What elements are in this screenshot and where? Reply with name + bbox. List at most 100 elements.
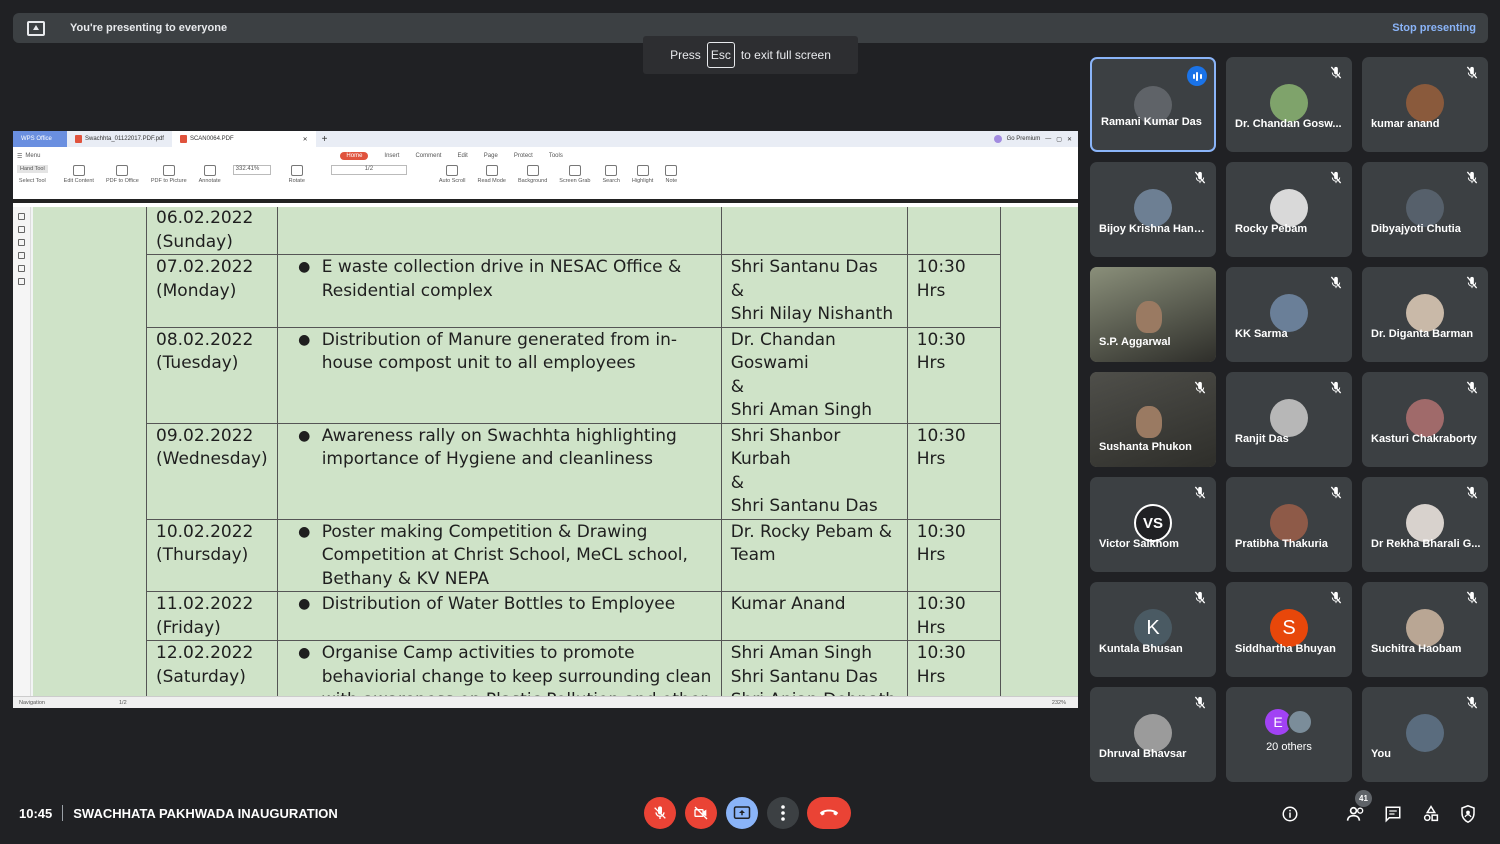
participant-tile[interactable]: Dibyajyoti Chutia bbox=[1362, 162, 1488, 257]
menu-tab-insert[interactable]: Insert bbox=[384, 153, 399, 159]
participant-tile[interactable]: Rocky Pebam bbox=[1226, 162, 1352, 257]
read-mode-button[interactable]: Read Mode bbox=[478, 165, 506, 184]
participant-tile[interactable]: Dr. Diganta Barman bbox=[1362, 267, 1488, 362]
auto-scroll-button[interactable]: Auto Scroll bbox=[439, 165, 466, 184]
date: 12.02.2022 bbox=[156, 643, 254, 663]
zoom-input[interactable]: 332.41% bbox=[232, 165, 271, 175]
comment-icon[interactable] bbox=[18, 239, 25, 246]
camera-off-icon bbox=[694, 806, 708, 820]
zoom-control[interactable]: 332.41% bbox=[232, 165, 277, 175]
activity-line: Bethany & KV NEPA bbox=[321, 568, 489, 589]
participant-tile[interactable]: You bbox=[1362, 687, 1488, 782]
close-window-icon[interactable]: ✕ bbox=[1067, 136, 1072, 143]
participant-tile[interactable]: Dhruval Bhavsar bbox=[1090, 687, 1216, 782]
responsible-cell: Kumar Anand bbox=[720, 591, 908, 641]
note-button[interactable]: Note bbox=[665, 165, 678, 184]
close-tab-icon[interactable]: ✕ bbox=[303, 136, 308, 143]
participant-tile[interactable]: Bijoy Krishna Hand... bbox=[1090, 162, 1216, 257]
tip-prefix: Press bbox=[670, 48, 701, 62]
participant-tile[interactable]: K Kuntala Bhusan bbox=[1090, 582, 1216, 677]
tab-document-2[interactable]: SCAN0064.PDF ✕ bbox=[171, 131, 316, 147]
rotate-button[interactable]: Rotate bbox=[289, 165, 305, 184]
participant-tile[interactable]: S Siddhartha Bhuyan bbox=[1226, 582, 1352, 677]
mic-muted-icon bbox=[1466, 486, 1478, 499]
participant-tile[interactable]: Pratibha Thakuria bbox=[1226, 477, 1352, 572]
highlight-button[interactable]: Highlight bbox=[632, 165, 653, 184]
side-panel bbox=[13, 207, 31, 696]
participant-tile[interactable]: Kasturi Chakraborty bbox=[1362, 372, 1488, 467]
new-tab-icon[interactable]: + bbox=[316, 134, 334, 145]
status-page[interactable]: 1/2 bbox=[119, 700, 127, 706]
status-zoom[interactable]: 232% bbox=[1052, 700, 1066, 706]
participant-tile[interactable]: Ranjit Das bbox=[1226, 372, 1352, 467]
participant-tile[interactable]: Suchitra Haobam bbox=[1362, 582, 1488, 677]
thumbnail-icon[interactable] bbox=[18, 226, 25, 233]
pdf-to-picture-button[interactable]: PDF to Picture bbox=[151, 165, 187, 184]
menu-icon[interactable]: ☰ bbox=[17, 153, 22, 160]
mic-muted-icon bbox=[1330, 486, 1342, 499]
participant-tile[interactable]: KK Sarma bbox=[1226, 267, 1352, 362]
edit-content-button[interactable]: Edit Content bbox=[64, 165, 94, 184]
page-input[interactable]: 1/2 bbox=[330, 165, 407, 175]
chat-button[interactable] bbox=[1381, 802, 1405, 826]
schedule-row: 12.02.2022 (Saturday) ● Organise Camp activ… bbox=[146, 640, 1001, 696]
activity-cell: ● Poster making Competition & Drawing Comp… bbox=[276, 518, 722, 592]
go-premium-link[interactable]: Go Premium bbox=[1007, 136, 1041, 142]
avatar bbox=[1270, 84, 1308, 122]
participant-tile[interactable]: Sushanta Phukon bbox=[1090, 372, 1216, 467]
date-cell: 06.02.2022 (Sunday) bbox=[146, 207, 278, 255]
search-button[interactable]: Search bbox=[602, 165, 620, 184]
shield-icon bbox=[1461, 805, 1475, 823]
toolbar: Hand Tool Select Tool Edit Content PDF t… bbox=[13, 165, 1078, 184]
menu-tab-page[interactable]: Page bbox=[484, 153, 498, 159]
user-avatar-icon[interactable] bbox=[993, 135, 1002, 143]
menu-tab-comment[interactable]: Comment bbox=[415, 153, 441, 159]
pdf-to-office-button[interactable]: PDF to Office bbox=[106, 165, 139, 184]
select-tool-label[interactable]: Select Tool bbox=[19, 178, 46, 184]
more-options-button[interactable] bbox=[767, 797, 799, 829]
participant-tile[interactable]: S.P. Aggarwal bbox=[1090, 267, 1216, 362]
participant-tile[interactable]: Ramani Kumar Das bbox=[1090, 57, 1216, 152]
menu-tab-home[interactable]: Home bbox=[340, 152, 369, 160]
background-button[interactable]: Background bbox=[518, 165, 547, 184]
hand-tool-button[interactable]: Hand Tool Select Tool bbox=[17, 165, 48, 184]
participant-name: Ranjit Das bbox=[1235, 433, 1289, 445]
leave-call-button[interactable] bbox=[807, 797, 851, 829]
signature-icon[interactable] bbox=[18, 265, 25, 272]
scroll-icon bbox=[446, 165, 459, 176]
menu-button[interactable]: Menu bbox=[25, 153, 40, 159]
activities-button[interactable] bbox=[1419, 802, 1443, 826]
navigation-toggle[interactable]: Navigation bbox=[19, 700, 45, 706]
layers-icon[interactable] bbox=[18, 278, 25, 285]
attachment-icon[interactable] bbox=[18, 252, 25, 259]
participant-tile[interactable]: kumar anand bbox=[1362, 57, 1488, 152]
participant-tile[interactable]: Dr Rekha Bharali G... bbox=[1362, 477, 1488, 572]
screen-grab-button[interactable]: Screen Grab bbox=[559, 165, 590, 184]
camera-off-button[interactable] bbox=[685, 797, 717, 829]
date-cell: 07.02.2022 (Monday) bbox=[146, 254, 278, 328]
tool-label: Rotate bbox=[288, 178, 305, 184]
participant-tile[interactable]: VS Victor Saikhom bbox=[1090, 477, 1216, 572]
participant-name: Sushanta Phukon bbox=[1099, 441, 1192, 453]
tab-wps-office[interactable]: WPS Office bbox=[13, 131, 67, 147]
participant-tile[interactable]: Dr. Chandan Gosw... bbox=[1226, 57, 1352, 152]
picture-icon bbox=[162, 165, 175, 176]
maximize-icon[interactable]: ▢ bbox=[1056, 136, 1062, 143]
activity-cell: ● Distribution of Manure generated from i… bbox=[276, 326, 722, 424]
participant-name: S.P. Aggarwal bbox=[1099, 336, 1171, 348]
menu-tab-edit[interactable]: Edit bbox=[457, 153, 467, 159]
present-now-button[interactable] bbox=[726, 797, 758, 829]
bookmark-icon[interactable] bbox=[18, 213, 25, 220]
minimize-icon[interactable]: — bbox=[1045, 136, 1051, 142]
tab-document-1[interactable]: Swachhta_01122017.PDF.pdf bbox=[67, 131, 172, 147]
stop-presenting-button[interactable]: Stop presenting bbox=[1392, 22, 1476, 34]
meeting-details-button[interactable] bbox=[1278, 802, 1302, 826]
menu-tab-protect[interactable]: Protect bbox=[514, 153, 533, 159]
annotate-button[interactable]: Annotate bbox=[199, 165, 221, 184]
host-controls-button[interactable] bbox=[1456, 802, 1480, 826]
page-control[interactable]: 1/2 bbox=[330, 165, 427, 175]
mic-off-button[interactable] bbox=[644, 797, 676, 829]
participant-tile[interactable]: E 20 others bbox=[1226, 687, 1352, 782]
others-count: 20 others bbox=[1266, 741, 1312, 753]
menu-tab-tools[interactable]: Tools bbox=[549, 153, 563, 159]
